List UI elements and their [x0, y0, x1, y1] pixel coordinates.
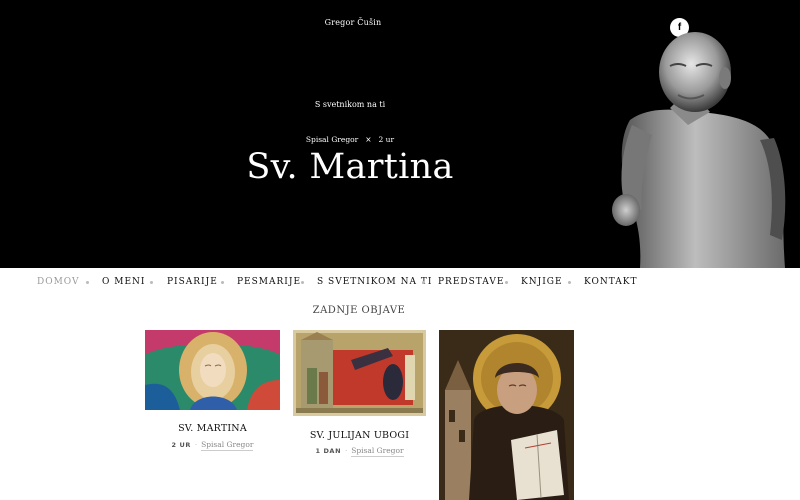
post-card: [439, 330, 574, 500]
post-meta: 1 DAN · Spisal Gregor: [293, 446, 426, 457]
nav-separator-dot: [568, 281, 571, 284]
author-portrait-image: [612, 32, 786, 268]
nav-separator-dot: [301, 281, 304, 284]
nav-item-kontakt[interactable]: KONTAKT: [584, 277, 637, 287]
post-age: 2 UR: [171, 441, 192, 449]
meta-separator: ·: [345, 447, 348, 455]
post-title[interactable]: SV. MARTINA: [145, 423, 280, 434]
hero-separator: ×: [365, 135, 372, 144]
nav-item-domov[interactable]: DOMOV: [37, 277, 80, 287]
main-navigation: DOMOV O MENI PISARIJE PESMARIJE S SVETNI…: [0, 268, 800, 298]
hero-author[interactable]: Spisal Gregor: [306, 135, 358, 144]
recent-posts-heading: ZADNJE OBJAVE: [312, 305, 406, 316]
post-age: 1 DAN: [315, 447, 342, 455]
post-thumbnail-image[interactable]: [439, 330, 574, 500]
hero-banner: Gregor Čušin f S svetnikom na ti Spisal …: [0, 0, 800, 268]
post-thumbnail-image[interactable]: [293, 330, 426, 416]
nav-item-predstave[interactable]: PREDSTAVE: [438, 277, 504, 287]
nav-item-o-meni[interactable]: O MENI: [102, 277, 145, 287]
nav-separator-dot: [422, 281, 425, 284]
post-meta: 2 UR · Spisal Gregor: [145, 440, 280, 451]
post-title[interactable]: SV. JULIJAN UBOGI: [293, 430, 426, 441]
post-author-link[interactable]: Spisal Gregor: [351, 446, 404, 457]
nav-separator-dot: [86, 281, 89, 284]
nav-item-pesmarije[interactable]: PESMARIJE: [237, 277, 301, 287]
nav-separator-dot: [221, 281, 224, 284]
post-author-link[interactable]: Spisal Gregor: [201, 440, 254, 451]
post-card: SV. MARTINA 2 UR · Spisal Gregor: [145, 330, 280, 460]
nav-item-s-svetnikom-na-ti[interactable]: S SVETNIKOM NA TI: [317, 277, 432, 287]
post-thumbnail-image[interactable]: [145, 330, 280, 410]
hero-time: 2 ur: [378, 135, 395, 144]
meta-separator: ·: [195, 441, 198, 449]
nav-item-knjige[interactable]: KNJIGE: [521, 277, 563, 287]
nav-separator-dot: [150, 281, 153, 284]
post-card: SV. JULIJAN UBOGI 1 DAN · Spisal Gregor: [293, 330, 426, 460]
nav-item-pisarije[interactable]: PISARIJE: [167, 277, 218, 287]
nav-separator-dot: [505, 281, 508, 284]
